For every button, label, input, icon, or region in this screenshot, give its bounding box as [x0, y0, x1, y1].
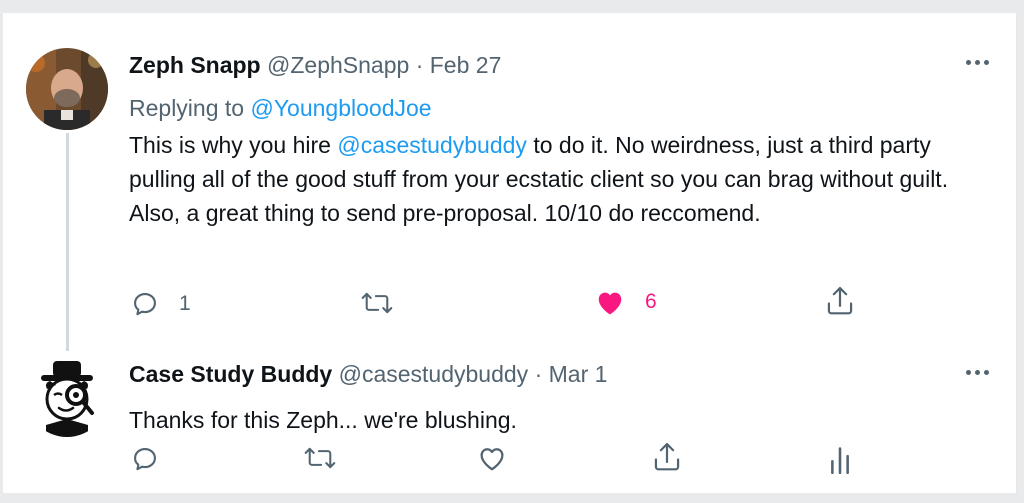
analytics-button[interactable] — [827, 446, 853, 474]
analytics-icon — [831, 447, 849, 474]
retweet-button[interactable] — [304, 444, 336, 472]
retweet-icon — [361, 292, 393, 314]
reply-button[interactable]: 1 — [131, 290, 191, 318]
replying-to-mention[interactable]: @YoungbloodJoe — [250, 95, 431, 121]
author-name[interactable]: Case Study Buddy — [129, 361, 332, 387]
reply-icon — [134, 448, 156, 471]
author-handle[interactable]: @casestudybuddy — [339, 361, 529, 387]
tweet-date[interactable]: Feb 27 — [430, 52, 502, 78]
avatar-zeph-snapp[interactable] — [26, 48, 108, 130]
share-button[interactable] — [652, 441, 682, 473]
tweet-date[interactable]: Mar 1 — [549, 361, 608, 387]
heart-icon — [598, 292, 622, 315]
tweet-header: Case Study Buddy @casestudybuddy · Mar 1 — [129, 359, 607, 389]
reply-icon — [134, 293, 156, 316]
reply-count: 1 — [179, 292, 191, 315]
author-handle[interactable]: @ZephSnapp — [267, 52, 409, 78]
thread-connector-line — [66, 133, 69, 351]
more-options-button[interactable] — [963, 57, 993, 67]
like-count: 6 — [645, 290, 657, 313]
like-button[interactable] — [477, 444, 507, 472]
author-name[interactable]: Zeph Snapp — [129, 52, 261, 78]
tweet-thread: Zeph Snapp @ZephSnapp · Feb 27 Replying … — [3, 13, 1017, 493]
avatar-case-study-buddy[interactable] — [26, 355, 108, 437]
header-separator: · — [534, 361, 543, 387]
reply-button[interactable] — [131, 445, 159, 473]
tweet-text: This is why you hire @casestudybuddy to … — [129, 128, 999, 230]
replying-to-label: Replying to — [129, 95, 251, 121]
more-icon — [966, 370, 971, 375]
retweet-icon — [304, 447, 336, 469]
more-options-button[interactable] — [963, 367, 993, 377]
retweet-button[interactable] — [361, 289, 393, 317]
share-icon — [827, 286, 853, 315]
mention-link[interactable]: @casestudybuddy — [337, 132, 527, 158]
tweet-text-part: This is why you hire — [129, 132, 338, 158]
share-button[interactable] — [825, 285, 855, 317]
tweet-header: Zeph Snapp @ZephSnapp · Feb 27 — [129, 50, 501, 80]
like-button[interactable]: 6 — [595, 288, 657, 316]
more-icon — [966, 60, 971, 65]
heart-icon — [480, 448, 504, 471]
replying-to: Replying to @YoungbloodJoe — [129, 93, 432, 123]
header-separator: · — [415, 52, 424, 78]
share-icon — [654, 442, 680, 471]
tweet-text: Thanks for this Zeph... we're blushing. — [129, 407, 517, 433]
